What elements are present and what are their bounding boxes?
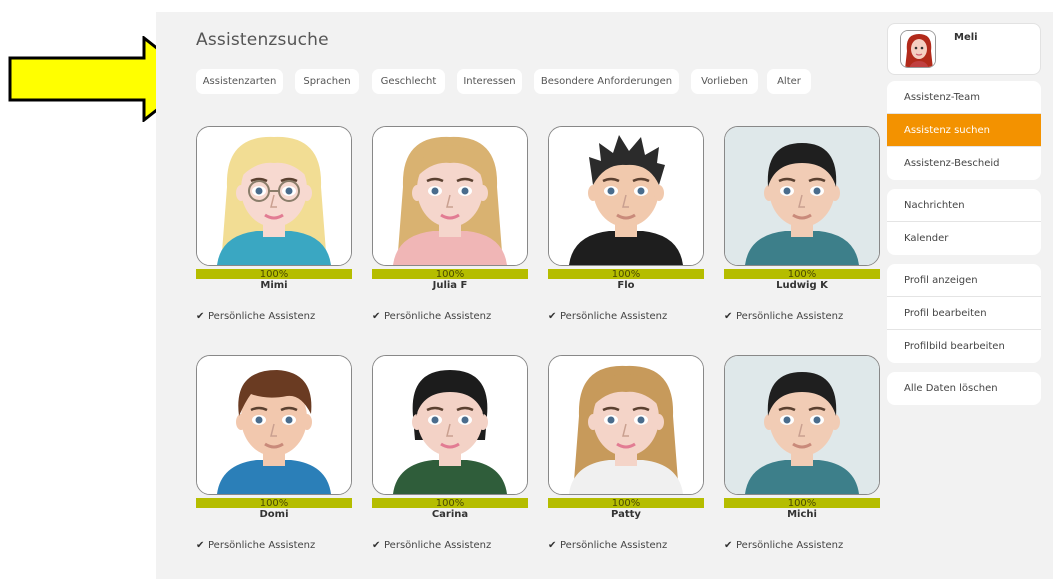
menu-group-data: Alle Daten löschen (887, 372, 1041, 405)
assistant-name[interactable]: Mimi (196, 280, 352, 291)
check-icon: ✔ (548, 311, 557, 322)
filter-interessen[interactable]: Interessen (457, 69, 522, 94)
assistant-name[interactable]: Flo (548, 280, 704, 291)
service-tag: ✔ Persönliche Assistenz (548, 540, 667, 551)
avatar-illustration (197, 127, 351, 265)
assistant-name[interactable]: Michi (724, 509, 880, 520)
assistant-name[interactable]: Ludwig K (724, 280, 880, 291)
service-label: Persönliche Assistenz (736, 311, 844, 322)
menu-group-communication: Nachrichten Kalender (887, 189, 1041, 255)
check-icon: ✔ (548, 540, 557, 551)
assistant-name[interactable]: Patty (548, 509, 704, 520)
avatar-illustration (725, 127, 879, 265)
filter-sprachen[interactable]: Sprachen (295, 69, 359, 94)
service-label: Persönliche Assistenz (384, 540, 492, 551)
avatar-illustration (901, 31, 935, 67)
service-tag: ✔ Persönliche Assistenz (724, 540, 843, 551)
service-label: Persönliche Assistenz (208, 540, 316, 551)
filter-alter[interactable]: Alter (767, 69, 811, 94)
assistant-photo[interactable] (724, 355, 880, 495)
user-avatar[interactable] (900, 30, 936, 68)
menu-item-profilbild-bearbeiten[interactable]: Profilbild bearbeiten (887, 330, 1041, 363)
check-icon: ✔ (724, 311, 733, 322)
match-percent: 100% (787, 498, 817, 509)
page-title: Assistenzsuche (196, 30, 329, 50)
assistant-photo[interactable] (196, 126, 352, 266)
service-tag: ✔ Persönliche Assistenz (548, 311, 667, 322)
assistant-name[interactable]: Julia F (372, 280, 528, 291)
avatar-illustration (725, 356, 879, 494)
menu-group-profile: Profil anzeigen Profil bearbeiten Profil… (887, 264, 1041, 363)
avatar-illustration (549, 127, 703, 265)
avatar-illustration (373, 356, 527, 494)
service-tag: ✔ Persönliche Assistenz (196, 540, 315, 551)
menu-item-nachrichten[interactable]: Nachrichten (887, 189, 1041, 222)
check-icon: ✔ (372, 540, 381, 551)
assistant-photo[interactable] (724, 126, 880, 266)
check-icon: ✔ (372, 311, 381, 322)
service-label: Persönliche Assistenz (208, 311, 316, 322)
menu-item-kalender[interactable]: Kalender (887, 222, 1041, 255)
match-percent: 100% (611, 269, 641, 280)
service-label: Persönliche Assistenz (560, 311, 668, 322)
service-tag: ✔ Persönliche Assistenz (196, 311, 315, 322)
match-percent: 100% (787, 269, 817, 280)
match-percent: 100% (611, 498, 641, 509)
service-label: Persönliche Assistenz (736, 540, 844, 551)
service-tag: ✔ Persönliche Assistenz (372, 311, 491, 322)
assistant-name[interactable]: Carina (372, 509, 528, 520)
check-icon: ✔ (724, 540, 733, 551)
menu-item-assistenz-team[interactable]: Assistenz-Team (887, 81, 1041, 114)
assistant-photo[interactable] (372, 126, 528, 266)
match-percent: 100% (435, 269, 465, 280)
menu-item-alle-daten-loeschen[interactable]: Alle Daten löschen (887, 372, 1041, 405)
filter-vorlieben[interactable]: Vorlieben (691, 69, 758, 94)
menu-item-profil-bearbeiten[interactable]: Profil bearbeiten (887, 297, 1041, 330)
assistant-photo[interactable] (548, 355, 704, 495)
assistant-photo[interactable] (548, 126, 704, 266)
match-percent: 100% (435, 498, 465, 509)
menu-item-profil-anzeigen[interactable]: Profil anzeigen (887, 264, 1041, 297)
match-percent: 100% (259, 498, 289, 509)
assistant-photo[interactable] (196, 355, 352, 495)
service-tag: ✔ Persönliche Assistenz (724, 311, 843, 322)
check-icon: ✔ (196, 540, 205, 551)
filter-besondere-anforderungen[interactable]: Besondere Anforderungen (534, 69, 679, 94)
match-percent: 100% (259, 269, 289, 280)
user-profile-card[interactable]: Meli (887, 23, 1041, 75)
avatar-illustration (373, 127, 527, 265)
filter-assistenzarten[interactable]: Assistenzarten (196, 69, 283, 94)
avatar-illustration (197, 356, 351, 494)
check-icon: ✔ (196, 311, 205, 322)
menu-item-assistenz-bescheid[interactable]: Assistenz-Bescheid (887, 147, 1041, 180)
user-name: Meli (954, 32, 978, 43)
assistant-photo[interactable] (372, 355, 528, 495)
avatar-illustration (549, 356, 703, 494)
filter-geschlecht[interactable]: Geschlecht (372, 69, 445, 94)
menu-item-assistenz-suchen[interactable]: Assistenz suchen (887, 114, 1041, 147)
service-tag: ✔ Persönliche Assistenz (372, 540, 491, 551)
menu-group-assistance: Assistenz-Team Assistenz suchen Assisten… (887, 81, 1041, 180)
service-label: Persönliche Assistenz (384, 311, 492, 322)
assistant-name[interactable]: Domi (196, 509, 352, 520)
service-label: Persönliche Assistenz (560, 540, 668, 551)
